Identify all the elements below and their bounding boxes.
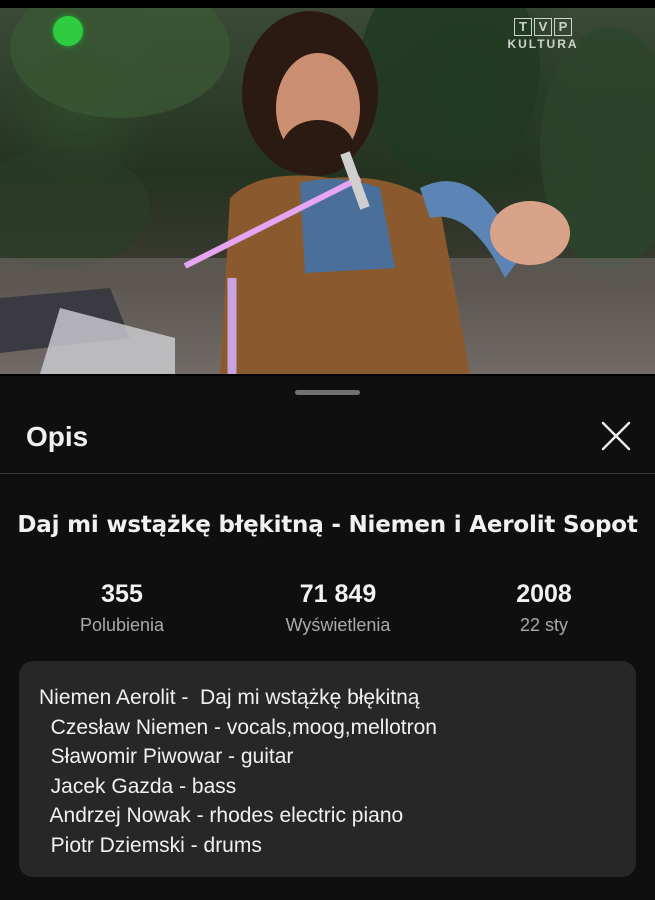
video-frame[interactable]: T V P KULTURA bbox=[0, 8, 655, 374]
views-count: 71 849 bbox=[299, 580, 377, 608]
video-player[interactable]: T V P KULTURA bbox=[0, 0, 655, 376]
drag-handle[interactable] bbox=[295, 390, 360, 395]
logo-letter: T bbox=[514, 18, 532, 36]
description-line: Piotr Dziemski - drums bbox=[39, 833, 262, 857]
description-line: Jacek Gazda - bass bbox=[39, 774, 237, 798]
stats-row: 355 Polubienia 71 849 Wyświetlenia 2008 … bbox=[0, 578, 655, 648]
close-button[interactable] bbox=[596, 416, 636, 456]
description-line: Andrzej Nowak - rhodes electric piano bbox=[39, 804, 404, 827]
description-sheet: Opis Daj mi wstążkę błękitną - Niemen i … bbox=[0, 376, 655, 900]
logo-subtitle: KULTURA bbox=[507, 37, 579, 51]
video-scene-image bbox=[0, 8, 655, 374]
views-label: Wyświetlenia bbox=[285, 615, 391, 635]
upload-year: 2008 bbox=[516, 580, 572, 608]
likes-count: 355 bbox=[101, 580, 143, 608]
video-top-bar bbox=[0, 0, 655, 8]
stat-date: 2008 22 sty bbox=[444, 578, 644, 636]
upload-date: 22 sty bbox=[519, 615, 569, 635]
close-icon bbox=[601, 421, 631, 451]
header-divider bbox=[0, 473, 655, 474]
sheet-title: Opis bbox=[26, 421, 89, 452]
likes-label: Polubienia bbox=[79, 615, 165, 635]
description-line: Czesław Niemen - vocals,moog,mellotron bbox=[39, 715, 437, 739]
stat-views: 71 849 Wyświetlenia bbox=[238, 578, 438, 636]
video-title: Daj mi wstążkę błękitną - Niemen i Aerol… bbox=[17, 512, 638, 538]
description-line: Niemen Aerolit - Daj mi wstążkę błękitną bbox=[39, 686, 420, 709]
logo-letter: V bbox=[534, 18, 552, 36]
green-indicator-dot bbox=[53, 16, 83, 46]
channel-logo: T V P KULTURA bbox=[498, 18, 588, 58]
logo-letter: P bbox=[554, 18, 572, 36]
description-line: Sławomir Piwowar - guitar bbox=[39, 745, 294, 768]
description-box[interactable]: Niemen Aerolit - Daj mi wstążkę błękitną… bbox=[19, 661, 636, 877]
stat-likes: 355 Polubienia bbox=[22, 578, 222, 636]
